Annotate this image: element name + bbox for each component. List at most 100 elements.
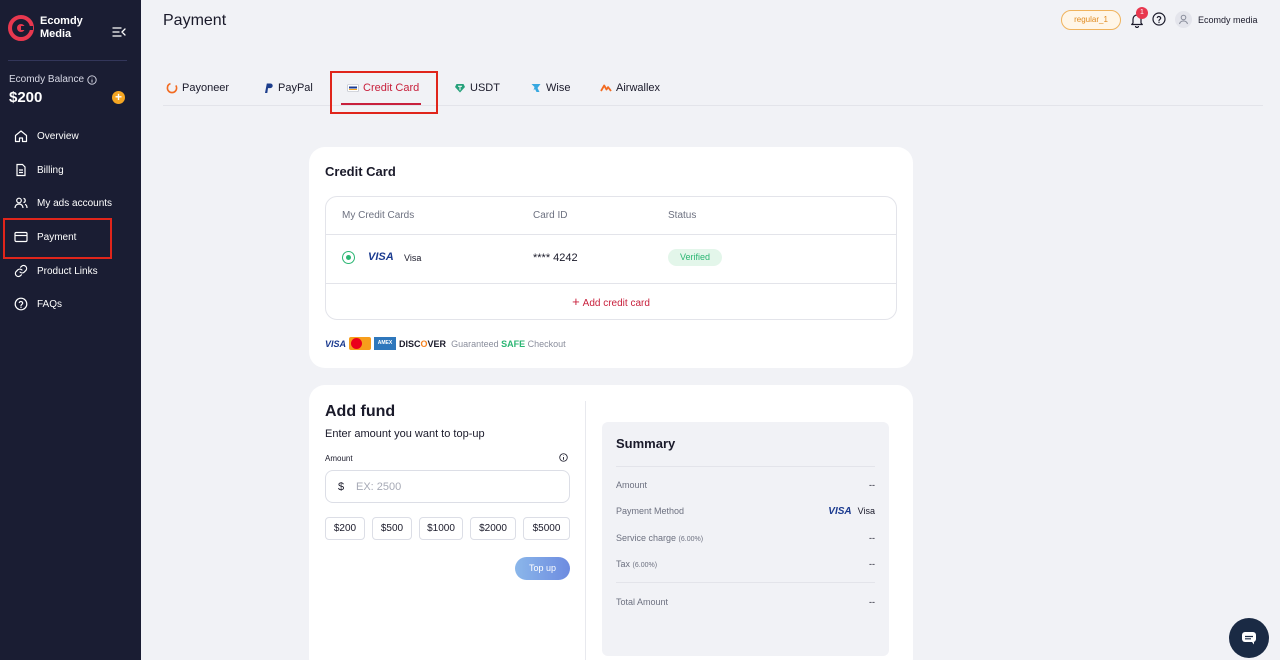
tab-payoneer[interactable]: Payoneer <box>166 82 229 94</box>
plus-icon: + <box>572 294 580 309</box>
discover-badge: DISCOVER <box>399 338 447 349</box>
summary-row-tax: Tax (6.00%) -- <box>616 559 875 569</box>
quick-amount-1000[interactable]: $1000 <box>419 517 463 540</box>
user-icon <box>1179 14 1188 25</box>
help-icon[interactable] <box>1152 12 1166 26</box>
visa-logo: VISA <box>368 251 394 263</box>
add-fund-title: Add fund <box>325 403 396 420</box>
brand[interactable]: Ecomdy Media <box>8 15 90 41</box>
tab-label: Airwallex <box>616 82 661 94</box>
status-badge: Verified <box>668 249 722 266</box>
add-balance-button[interactable]: + <box>112 91 125 104</box>
notification-count-badge: 1 <box>1136 7 1148 19</box>
sidebar-item-product-links[interactable]: Product Links <box>0 254 141 288</box>
card-select-radio[interactable] <box>342 251 355 264</box>
currency-symbol: $ <box>338 481 345 493</box>
user-name[interactable]: Ecomdy media <box>1198 15 1258 25</box>
balance-label: Ecomdy Balance <box>9 74 97 85</box>
sidebar-item-my-ads-accounts[interactable]: My ads accounts <box>0 186 141 220</box>
summary-panel: Summary Amount -- Payment Method VISA Visa… <box>602 422 889 656</box>
quick-amount-500[interactable]: $500 <box>372 517 412 540</box>
amount-label: Amount <box>325 454 353 463</box>
tab-wise[interactable]: Wise <box>530 82 570 94</box>
tab-label: USDT <box>470 82 500 94</box>
amex-badge: AMEX <box>374 337 397 350</box>
column-header-status: Status <box>668 210 697 221</box>
collapse-menu-icon[interactable] <box>112 25 126 39</box>
visa-badge: VISA <box>325 338 347 349</box>
app-root: Ecomdy Media Ecomdy Balance $200 + Overv… <box>0 0 1280 660</box>
tab-label: PayPal <box>278 82 313 94</box>
tab-label: Payoneer <box>182 82 230 94</box>
payment-method-tabs: Payoneer PayPal Credit Card USDT Wise Ai… <box>163 70 1263 106</box>
document-icon <box>16 163 26 177</box>
add-fund-panel: Add fund Enter amount you want to top-up… <box>309 385 913 660</box>
chat-icon <box>1242 632 1256 645</box>
balance-label-text: Ecomdy Balance <box>9 74 85 85</box>
column-header-card-id: Card ID <box>533 210 568 221</box>
credit-card-title: Credit Card <box>325 164 396 179</box>
sidebar-item-label: Billing <box>37 164 64 176</box>
sidebar-item-payment[interactable]: Payment <box>0 220 141 254</box>
tab-usdt[interactable]: USDT <box>454 82 500 94</box>
summary-divider <box>616 466 875 467</box>
add-credit-card-button[interactable]: + Add credit card <box>326 294 896 309</box>
amount-field[interactable]: $ <box>325 470 570 503</box>
payoneer-icon <box>166 82 178 94</box>
credit-card-panel: Credit Card My Credit Cards Card ID Stat… <box>309 147 913 368</box>
sidebar-item-faqs[interactable]: FAQs <box>0 287 141 321</box>
sidebar-item-label: FAQs <box>37 298 63 310</box>
paypal-icon <box>265 83 273 93</box>
sidebar-item-billing[interactable]: Billing <box>0 153 141 187</box>
balance-value: $200 <box>9 89 43 106</box>
credit-card-tab-highlight-box <box>330 71 438 114</box>
top-up-button[interactable]: Top up <box>515 557 570 580</box>
page-title: Payment <box>163 12 227 29</box>
row-divider <box>326 283 896 284</box>
brand-name: Ecomdy Media <box>40 15 83 40</box>
sidebar-item-label: Product Links <box>37 265 98 277</box>
sidebar-item-label: Payment <box>37 231 77 243</box>
ecomdy-logo-icon <box>8 15 34 41</box>
sidebar: Ecomdy Media Ecomdy Balance $200 + Overv… <box>0 0 141 660</box>
add-credit-card-label: Add credit card <box>582 298 650 309</box>
home-icon <box>14 130 28 143</box>
card-type: Visa <box>404 253 422 263</box>
wise-icon <box>531 84 541 92</box>
safe-checkout-badges: VISA AMEX DISCOVER Guaranteed SAFE Check… <box>325 337 566 350</box>
sidebar-item-label: Overview <box>37 130 79 142</box>
column-header-my-cards: My Credit Cards <box>342 210 415 221</box>
tab-label: Wise <box>546 82 571 94</box>
summary-divider <box>616 582 875 583</box>
sidebar-item-overview[interactable]: Overview <box>0 119 141 153</box>
avatar[interactable] <box>1175 11 1192 28</box>
card-id: **** 4242 <box>533 252 578 264</box>
amount-input[interactable] <box>356 477 556 497</box>
chat-button[interactable] <box>1229 618 1269 658</box>
info-icon[interactable] <box>87 74 97 85</box>
summary-row-amount: Amount -- <box>616 480 875 490</box>
summary-row-payment-method: Payment Method VISA Visa <box>616 506 875 517</box>
credit-card-icon <box>14 231 28 243</box>
quick-amount-5000[interactable]: $5000 <box>523 517 570 540</box>
tab-paypal[interactable]: PayPal <box>262 82 313 94</box>
users-icon <box>14 197 28 209</box>
quick-amount-2000[interactable]: $2000 <box>470 517 516 540</box>
credit-card-table: My Credit Cards Card ID Status VISA Visa… <box>325 196 897 320</box>
usdt-icon <box>455 84 465 93</box>
add-fund-subtitle: Enter amount you want to top-up <box>325 428 485 440</box>
visa-logo: VISA <box>828 506 852 517</box>
quick-amount-200[interactable]: $200 <box>325 517 365 540</box>
summary-row-total: Total Amount -- <box>616 597 875 607</box>
airwallex-icon <box>600 84 612 92</box>
safe-checkout-text: Guaranteed SAFE Checkout <box>451 338 566 349</box>
summary-title: Summary <box>616 436 676 451</box>
panel-divider <box>585 401 586 660</box>
summary-row-service-charge: Service charge (6.00%) -- <box>616 533 875 543</box>
info-icon[interactable] <box>559 453 568 462</box>
tier-badge[interactable]: regular_1 <box>1061 10 1121 30</box>
sidebar-divider <box>8 60 127 61</box>
link-icon <box>14 264 28 278</box>
mastercard-icon <box>349 337 372 350</box>
tab-airwallex[interactable]: Airwallex <box>600 82 660 94</box>
